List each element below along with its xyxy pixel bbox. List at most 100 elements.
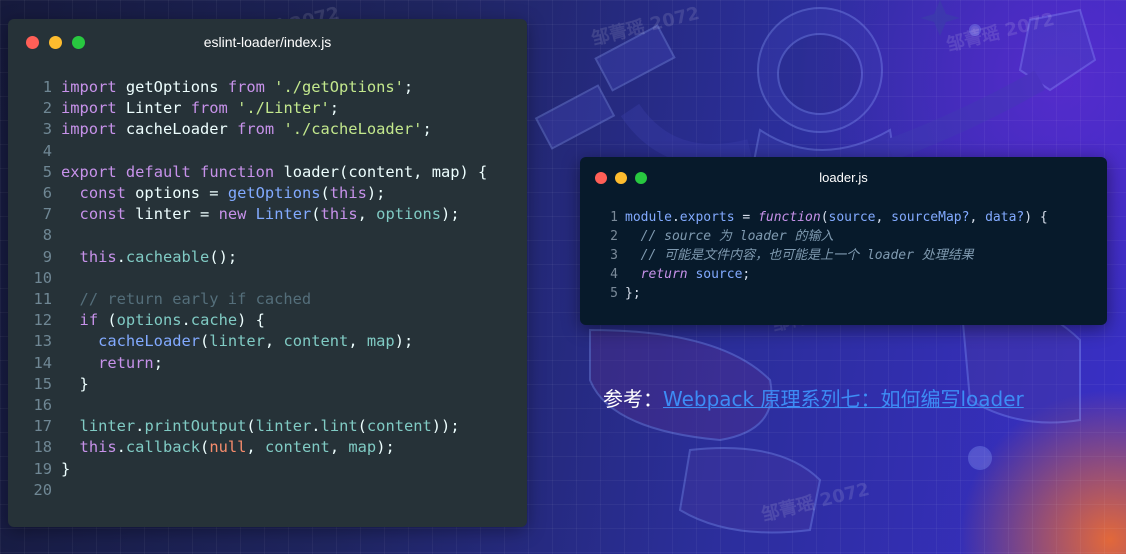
code-line: 9 this.cacheable(); [8, 247, 527, 268]
code-token: ); [394, 332, 414, 351]
code-token: } [61, 459, 71, 478]
code-token: (); [209, 247, 238, 266]
code-line: 6 const options = getOptions(this); [8, 183, 527, 204]
code-token: // 可能是文件内容，也可能是上一个 loader 处理结果 [640, 248, 974, 263]
code-line: 17 linter.printOutput(linter.lint(conten… [8, 416, 527, 437]
code-token: this [329, 184, 367, 203]
line-number: 15 [33, 374, 52, 393]
line-number: 18 [33, 438, 52, 457]
code-line: 3 import cacheLoader from './cacheLoader'… [8, 119, 527, 140]
code-token: getOptions [227, 184, 321, 203]
reference-caption: 参考：Webpack 原理系列七：如何编写loader [603, 383, 1024, 412]
window-titlebar: loader.js [580, 157, 1107, 199]
code-token: options [376, 205, 442, 224]
code-line: 18 this.callback(null, content, map); [8, 437, 527, 458]
code-line: 5}; [580, 284, 1107, 303]
code-token: from [227, 78, 265, 96]
code-token: . [116, 438, 126, 457]
code-token: new [218, 205, 247, 224]
code-line: 4 return source; [580, 265, 1107, 284]
line-number: 7 [42, 205, 52, 224]
code-token: return [640, 267, 688, 282]
code-token: , [246, 438, 265, 457]
code-token: , [348, 332, 367, 351]
code-line: 10 [8, 268, 527, 289]
code-token: ; [403, 78, 414, 96]
code-line: 16 [8, 395, 527, 416]
code-token: map [348, 438, 377, 457]
code-line: 13 cacheLoader(linter, content, map); [8, 331, 527, 352]
code-line: 8 [8, 225, 527, 246]
reference-link[interactable]: Webpack 原理系列七：如何编写loader [663, 387, 1024, 411]
code-token: linter = [125, 205, 219, 224]
code-token: ( [311, 205, 321, 224]
code-line: 20 [8, 480, 527, 501]
code-token: ( [98, 311, 117, 330]
code-token: import [61, 120, 117, 139]
code-token: linter [255, 417, 312, 436]
code-token: } [61, 374, 89, 393]
code-token: export [61, 162, 117, 181]
line-number: 12 [33, 311, 52, 330]
code-token: , [264, 332, 284, 351]
code-token: content [366, 417, 432, 436]
code-line: 15 } [8, 374, 527, 395]
code-token: . [671, 210, 680, 225]
code-token: loader(content, map) { [274, 162, 488, 181]
code-token: function [200, 162, 275, 181]
code-token: this [79, 438, 117, 457]
line-number: 11 [33, 290, 52, 309]
code-line: 3 // 可能是文件内容，也可能是上一个 loader 处理结果 [580, 246, 1107, 265]
line-number: 4 [42, 141, 52, 160]
code-token: Linter [255, 205, 312, 224]
line-number: 13 [33, 332, 52, 351]
code-token: null [209, 438, 247, 457]
code-token: ; [153, 353, 163, 372]
line-number: 17 [33, 417, 52, 436]
window-title: loader.js [819, 170, 868, 185]
line-number: 2 [610, 229, 618, 244]
code-token: // source 为 loader 的输入 [640, 229, 834, 244]
code-token: if [79, 311, 99, 330]
line-number: 3 [610, 248, 618, 263]
code-token: linter [79, 417, 136, 436]
line-number: 9 [42, 247, 52, 266]
code-token: content [264, 438, 330, 457]
line-number: 10 [33, 268, 52, 287]
window-title: eslint-loader/index.js [203, 34, 332, 50]
code-token: ); [441, 205, 460, 224]
code-token: lint [320, 417, 358, 436]
line-number: 20 [33, 480, 52, 499]
code-window-loader-js: loader.js 1 module.exports = function(sou… [580, 157, 1107, 325]
code-token: Linter [116, 99, 191, 118]
code-token: import [61, 99, 117, 118]
code-token: options [116, 311, 182, 330]
code-token: , [969, 210, 986, 225]
code-token: ); [376, 438, 395, 457]
code-token: printOutput [144, 417, 247, 436]
code-block: 1 module.exports = function(source, sourc… [580, 208, 1107, 303]
code-token: source [828, 210, 876, 225]
code-token: map [366, 332, 395, 351]
code-token: cacheLoader [116, 120, 238, 139]
code-token: return [98, 353, 154, 372]
line-number: 4 [610, 267, 618, 282]
code-token: . [311, 417, 321, 436]
code-token: from [237, 120, 275, 139]
code-token: )); [431, 417, 460, 436]
code-token: ( [357, 417, 367, 436]
code-window-eslint-loader: eslint-loader/index.js 1 import getOption… [8, 19, 527, 527]
code-token: ( [200, 332, 210, 351]
code-token: ; [422, 120, 432, 139]
code-token: ) { [1024, 210, 1048, 225]
code-token: . [116, 247, 126, 266]
code-token: ; [329, 99, 340, 118]
code-token: cacheLoader [98, 332, 201, 351]
code-token: getOptions [116, 78, 228, 96]
